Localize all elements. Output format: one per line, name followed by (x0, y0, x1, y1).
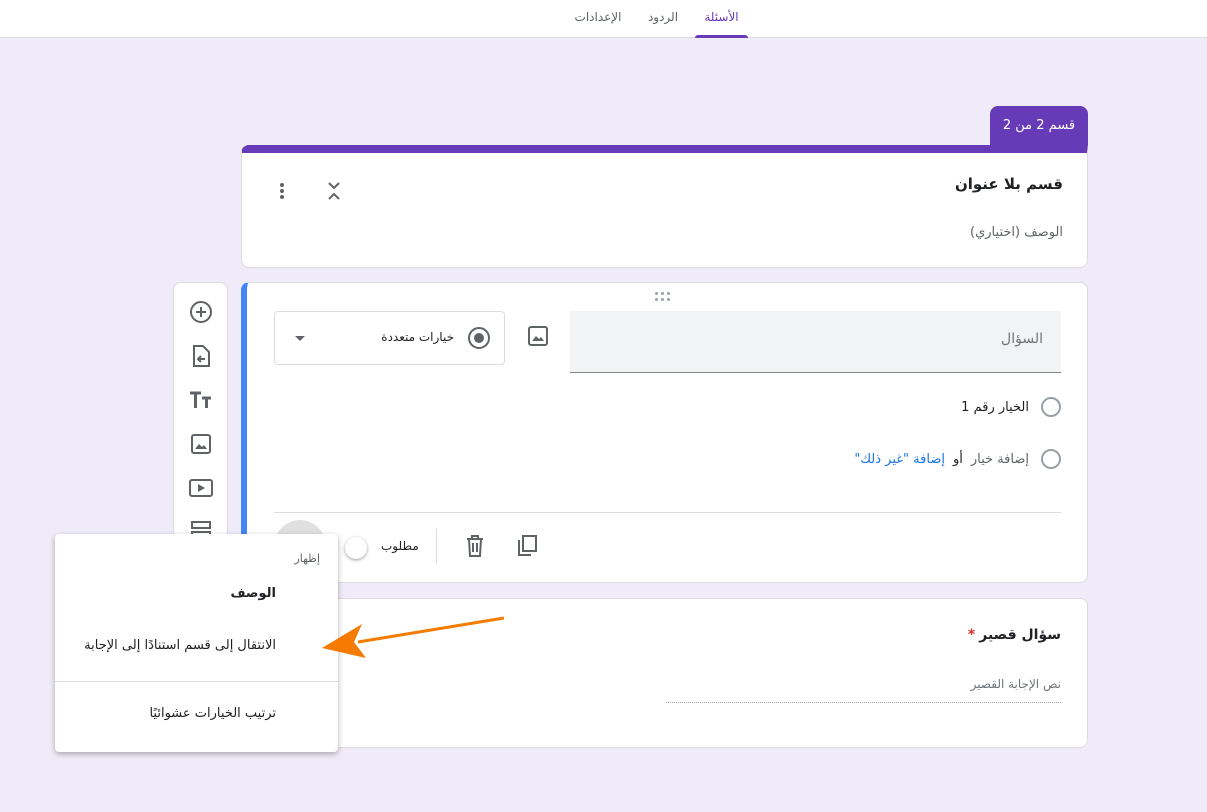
drag-handle-icon[interactable] (655, 291, 675, 303)
required-label: مطلوب (381, 539, 419, 553)
dropdown-caret-icon (295, 336, 305, 341)
tab-responses-label: الردود (647, 10, 679, 24)
top-tab-bar: الأسئلة الردود الإعدادات (0, 0, 1207, 38)
more-options-icon[interactable] (272, 181, 292, 205)
question-title-input[interactable]: السؤال (570, 311, 1061, 373)
tab-settings-label: الإعدادات (574, 10, 622, 24)
section-title[interactable]: قسم بلا عنوان (955, 175, 1063, 193)
duplicate-icon[interactable] (516, 534, 540, 558)
section-badge: قسم 2 من 2 (990, 106, 1088, 146)
add-other-link[interactable]: إضافة "غير ذلك" (854, 452, 945, 467)
tab-questions-label: الأسئلة (704, 10, 739, 24)
or-separator: أو (952, 451, 963, 467)
menu-item-go-to-section[interactable]: الانتقال إلى قسم استنادًا إلى الإجابة (84, 638, 276, 653)
option-radio-icon (1041, 397, 1061, 417)
question-type-select[interactable]: خيارات متعددة (274, 311, 505, 365)
add-video-icon[interactable] (188, 475, 214, 501)
active-tab-indicator (695, 35, 748, 38)
tab-settings[interactable]: الإعدادات (568, 0, 628, 38)
collapse-section-icon[interactable] (324, 181, 344, 205)
required-star: * (967, 627, 976, 643)
menu-separator (55, 681, 338, 682)
option-row[interactable]: الخيار رقم 1 (961, 395, 1061, 419)
delete-icon[interactable] (464, 534, 488, 558)
add-image-to-question-icon[interactable] (527, 325, 553, 351)
annotation-arrow-icon (322, 616, 505, 658)
import-questions-icon[interactable] (188, 343, 214, 369)
menu-header: إظهار (294, 552, 320, 565)
short-question-title[interactable]: سؤال قصير* (968, 627, 1061, 643)
tab-questions[interactable]: الأسئلة (695, 0, 748, 38)
short-question-title-text: سؤال قصير (979, 627, 1061, 643)
question-type-label: خيارات متعددة (381, 330, 454, 344)
add-title-icon[interactable] (188, 387, 214, 413)
floating-toolbar (173, 282, 228, 542)
add-option-link[interactable]: إضافة خيار (971, 452, 1029, 467)
tab-responses[interactable]: الردود (640, 0, 686, 38)
menu-item-shuffle-options[interactable]: ترتيب الخيارات عشوائيًا (149, 706, 276, 721)
question-footer-divider (274, 512, 1061, 513)
add-image-icon[interactable] (188, 431, 214, 457)
radio-button-icon (468, 327, 490, 349)
add-question-icon[interactable] (188, 299, 214, 325)
section-description-field[interactable]: الوصف (اختياري) (970, 225, 1063, 240)
section-header-card[interactable]: قسم بلا عنوان الوصف (اختياري) (241, 145, 1088, 268)
show-options-menu: إظهار الوصف الانتقال إلى قسم استنادًا إل… (55, 534, 338, 752)
option-label[interactable]: الخيار رقم 1 (961, 400, 1029, 415)
footer-separator (436, 529, 437, 563)
menu-item-description[interactable]: الوصف (230, 586, 276, 601)
short-answer-placeholder: نص الإجابة القصير (666, 677, 1061, 703)
question-card[interactable]: السؤال خيارات متعددة الخيار رقم 1 إضافة … (241, 282, 1088, 583)
required-toggle[interactable] (345, 537, 367, 559)
add-option-row: إضافة خيار أو إضافة "غير ذلك" (854, 447, 1061, 471)
option-radio-icon (1041, 449, 1061, 469)
